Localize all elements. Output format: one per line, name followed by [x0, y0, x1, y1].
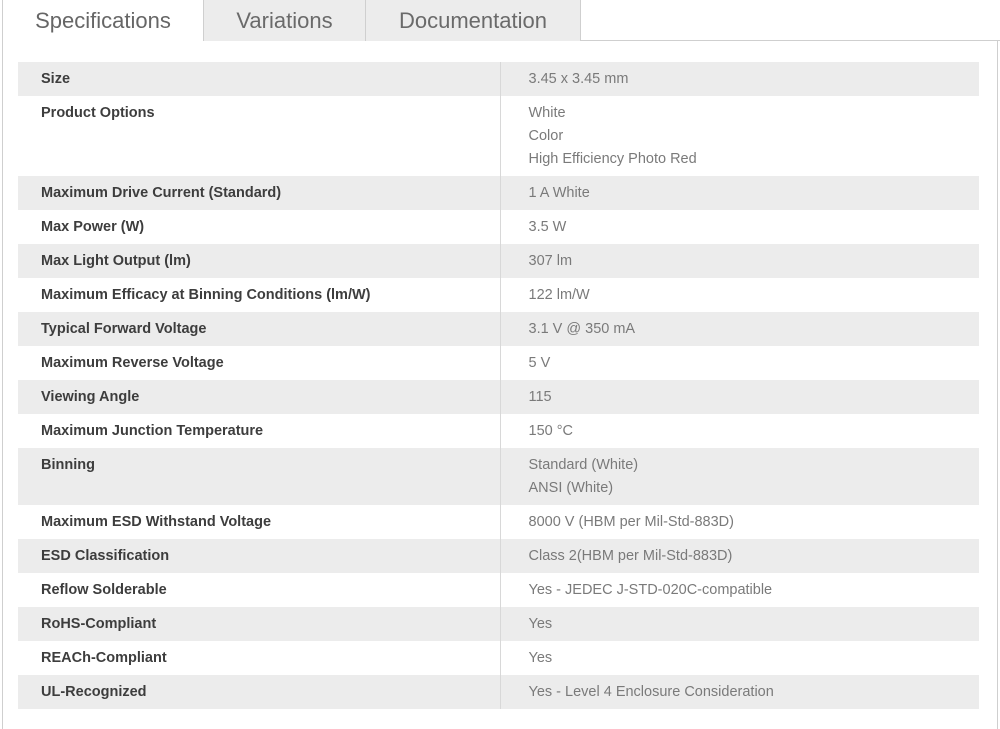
spec-label: ESD Classification — [18, 539, 501, 573]
table-row: Viewing Angle 115 — [18, 380, 979, 414]
table-row: Maximum Drive Current (Standard) 1 A Whit… — [18, 176, 979, 210]
spec-value-line: ANSI (White) — [528, 479, 614, 496]
spec-value-line: Standard (White) — [528, 456, 639, 473]
table-row: ESD Classification Class 2(HBM per Mil-St… — [18, 539, 979, 573]
spec-value: Yes — [500, 641, 979, 675]
table-row: Maximum Junction Temperature 150 °C — [18, 414, 979, 448]
spec-label: Maximum ESD Withstand Voltage — [18, 505, 501, 539]
spec-value: White Color High Efficiency Photo Red — [500, 96, 979, 176]
spec-label: Maximum Drive Current (Standard) — [18, 176, 501, 210]
spec-value-line: White — [528, 104, 566, 121]
spec-label: UL-Recognized — [18, 675, 501, 709]
spec-label: Binning — [18, 448, 501, 505]
spec-label: RoHS-Compliant — [18, 607, 501, 641]
table-row: Max Power (W) 3.5 W — [18, 210, 979, 244]
spec-value: 150 °C — [500, 414, 979, 448]
spec-value-line: High Efficiency Photo Red — [528, 150, 697, 167]
spec-value-line: 3.5 W — [528, 218, 567, 235]
table-row: RoHS-Compliant Yes — [18, 607, 979, 641]
table-row: Product Options White Color High Efficiency… — [18, 96, 979, 176]
spec-label: Maximum Junction Temperature — [18, 414, 501, 448]
spec-value-line: Yes — [528, 615, 553, 632]
spec-label: Max Light Output (lm) — [18, 244, 501, 278]
spec-value: 115 — [500, 380, 979, 414]
table-row: Max Light Output (lm) 307 lm — [18, 244, 979, 278]
spec-value: 5 V — [500, 346, 979, 380]
table-row: Reflow Solderable Yes - JEDEC J-STD-020C-… — [18, 573, 979, 607]
table-row: Binning Standard (White) ANSI (White) — [18, 448, 979, 505]
table-row: Maximum Efficacy at Binning Conditions (… — [18, 278, 979, 312]
spec-label: Max Power (W) — [18, 210, 501, 244]
spec-value: 122 lm/W — [500, 278, 979, 312]
spec-value: Yes - JEDEC J-STD-020C-compatible — [500, 573, 979, 607]
spec-value-line: 3.1 V @ 350 mA — [528, 320, 636, 337]
spec-value-line: Yes - JEDEC J-STD-020C-compatible — [528, 581, 773, 598]
spec-value: 1 A White — [500, 176, 979, 210]
spec-value-line: 3.45 x 3.45 mm — [528, 70, 629, 87]
spec-label: Typical Forward Voltage — [18, 312, 501, 346]
spec-value-line: Yes - Level 4 Enclosure Consideration — [528, 683, 774, 700]
spec-value: 3.45 x 3.45 mm — [500, 62, 979, 96]
spec-label: Size — [18, 62, 501, 96]
tab-variations[interactable]: Variations — [204, 0, 366, 42]
spec-value-line: 1 A White — [528, 184, 590, 201]
spec-value: 3.1 V @ 350 mA — [500, 312, 979, 346]
spec-value-line: 122 lm/W — [528, 286, 590, 303]
spec-value: Standard (White) ANSI (White) — [500, 448, 979, 505]
specifications-table: Size 3.45 x 3.45 mm Product Options White Co… — [18, 62, 979, 709]
spec-value-line: 150 °C — [528, 422, 574, 439]
tab-documentation[interactable]: Documentation — [366, 0, 581, 42]
spec-value: 3.5 W — [500, 210, 979, 244]
spec-label: Product Options — [18, 96, 501, 176]
table-row: Maximum ESD Withstand Voltage 8000 V (HBM… — [18, 505, 979, 539]
spec-value: Class 2(HBM per Mil-Std-883D) — [500, 539, 979, 573]
spec-label: Maximum Reverse Voltage — [18, 346, 501, 380]
spec-label: Reflow Solderable — [18, 573, 501, 607]
spec-value-line: Color — [528, 127, 564, 144]
spec-value-line: Yes — [528, 649, 553, 666]
tab-bar: Specifications Variations Documentation — [0, 0, 1000, 42]
spec-value: Yes — [500, 607, 979, 641]
spec-value-line: 307 lm — [528, 252, 573, 269]
tab-specifications[interactable]: Specifications — [2, 0, 204, 42]
spec-value: 307 lm — [500, 244, 979, 278]
spec-value-line: 8000 V (HBM per Mil-Std-883D) — [528, 513, 735, 530]
spec-value-line: Class 2(HBM per Mil-Std-883D) — [528, 547, 733, 564]
table-row: Size 3.45 x 3.45 mm — [18, 62, 979, 96]
table-row: Maximum Reverse Voltage 5 V — [18, 346, 979, 380]
spec-label: Viewing Angle — [18, 380, 501, 414]
spec-value-line: 5 V — [528, 354, 551, 371]
table-row: UL-Recognized Yes - Level 4 Enclosure Con… — [18, 675, 979, 709]
spec-value: Yes - Level 4 Enclosure Consideration — [500, 675, 979, 709]
table-row: Typical Forward Voltage 3.1 V @ 350 mA — [18, 312, 979, 346]
spec-value: 8000 V (HBM per Mil-Std-883D) — [500, 505, 979, 539]
spec-label: REACh-Compliant — [18, 641, 501, 675]
spec-label: Maximum Efficacy at Binning Conditions (… — [18, 278, 501, 312]
table-row: REACh-Compliant Yes — [18, 641, 979, 675]
spec-value-line: 115 — [528, 388, 552, 405]
